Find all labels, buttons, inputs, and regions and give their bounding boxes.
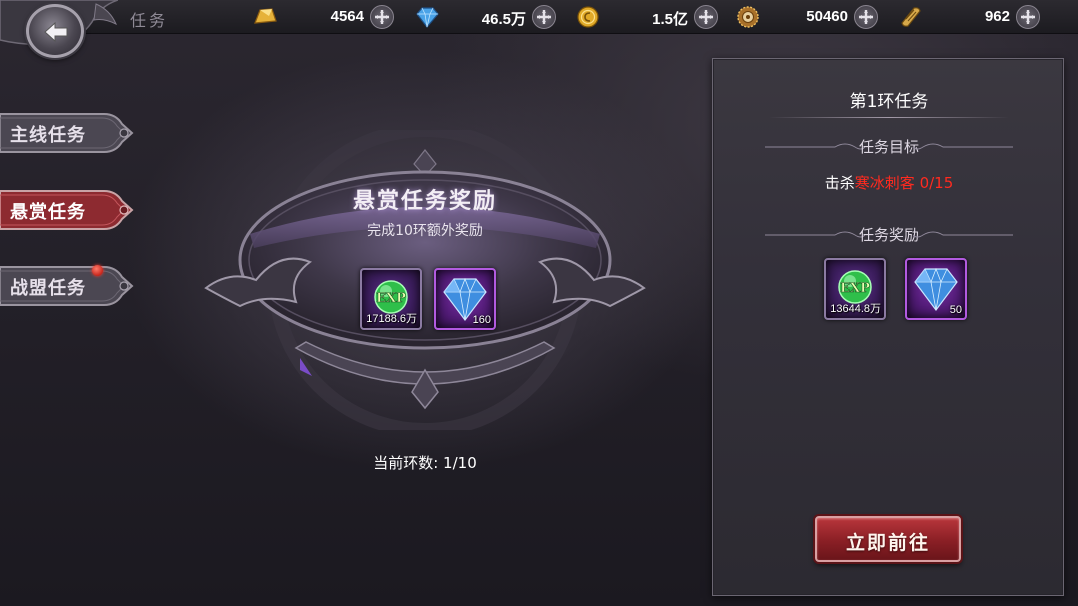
gold-coin-value: 1.5亿 <box>652 11 688 28</box>
svg-text:EXP: EXP <box>840 281 870 296</box>
reward-item-quantity: 50 <box>949 304 962 316</box>
quest-reward-diamond[interactable]: 50 <box>905 258 967 320</box>
reward-item-quantity: 17188.6万 <box>366 313 417 325</box>
tab-bounty-quest[interactable]: 悬赏任务 <box>0 187 134 233</box>
quest-ring-title: 第1环任务 <box>849 92 929 112</box>
add-medal-button[interactable] <box>854 5 878 29</box>
medal-icon <box>737 6 759 28</box>
page-title: 任务 <box>130 11 169 30</box>
go-now-button[interactable]: 立即前往 <box>815 516 961 562</box>
plus-icon <box>699 10 713 24</box>
resource-scroll: 962 <box>898 4 1040 30</box>
back-button[interactable] <box>26 4 84 58</box>
target-progress: 0/15 <box>919 174 954 192</box>
reward-emblem-frame <box>204 130 646 430</box>
target-prefix: 击杀 <box>824 174 855 192</box>
title-divider <box>769 117 1009 118</box>
tab-label: 悬赏任务 <box>10 202 86 223</box>
blue-diamond-value: 46.5万 <box>481 11 526 28</box>
gold-ingot-value: 4564 <box>330 8 364 25</box>
tab-alliance-quest[interactable]: 战盟任务 <box>0 263 134 309</box>
quest-detail-panel: 第1环任务 任务目标 击杀寒冰刺客 0/15 任务奖励 EXP 13644.8万… <box>712 58 1064 596</box>
reward-item-exp[interactable]: EXP 17188.6万 <box>360 268 422 330</box>
scroll-icon <box>901 7 921 27</box>
blue-diamond-icon <box>416 7 439 28</box>
reward-item-quantity: 160 <box>472 314 491 326</box>
plus-icon <box>375 10 389 24</box>
plus-icon <box>1021 10 1035 24</box>
add-gold-coin-button[interactable] <box>694 5 718 29</box>
resource-gold-coin: 1.5亿 <box>576 4 718 30</box>
svg-text:EXP: EXP <box>376 291 406 306</box>
quest-reward-exp[interactable]: EXP 13644.8万 <box>824 258 886 320</box>
add-gold-ingot-button[interactable] <box>370 5 394 29</box>
tab-label: 主线任务 <box>10 125 86 146</box>
section-divider-ornament <box>913 143 1013 150</box>
plus-icon <box>859 10 873 24</box>
back-arrow-icon <box>44 21 68 43</box>
section-divider-ornament <box>913 231 1013 238</box>
add-scroll-button[interactable] <box>1016 5 1040 29</box>
reward-item-diamond[interactable]: 160 <box>434 268 496 330</box>
resource-medal: 50460 <box>736 4 878 30</box>
bounty-reward-subtitle: 完成10环额外奖励 <box>367 223 483 239</box>
resource-blue-diamond: 46.5万 <box>414 4 556 30</box>
bounty-reward-title: 悬赏任务奖励 <box>352 188 497 214</box>
resource-gold-ingot: 4564 <box>252 4 394 30</box>
target-enemy-name[interactable]: 寒冰刺客 <box>855 174 915 192</box>
scroll-value: 962 <box>984 8 1010 25</box>
medal-value: 50460 <box>806 8 848 25</box>
gold-ingot-icon <box>254 8 277 24</box>
go-now-label: 立即前往 <box>845 532 930 554</box>
current-ring-count: 当前环数: 1/10 <box>373 454 477 472</box>
reward-item-quantity: 13644.8万 <box>830 303 881 315</box>
notification-dot <box>92 265 103 276</box>
add-blue-diamond-button[interactable] <box>532 5 556 29</box>
plus-icon <box>537 10 551 24</box>
gold-coin-icon <box>577 6 599 28</box>
task-target-text: 击杀寒冰刺客 0/15 <box>713 172 1065 193</box>
tab-main-quest[interactable]: 主线任务 <box>0 110 134 156</box>
tab-label: 战盟任务 <box>10 278 86 299</box>
